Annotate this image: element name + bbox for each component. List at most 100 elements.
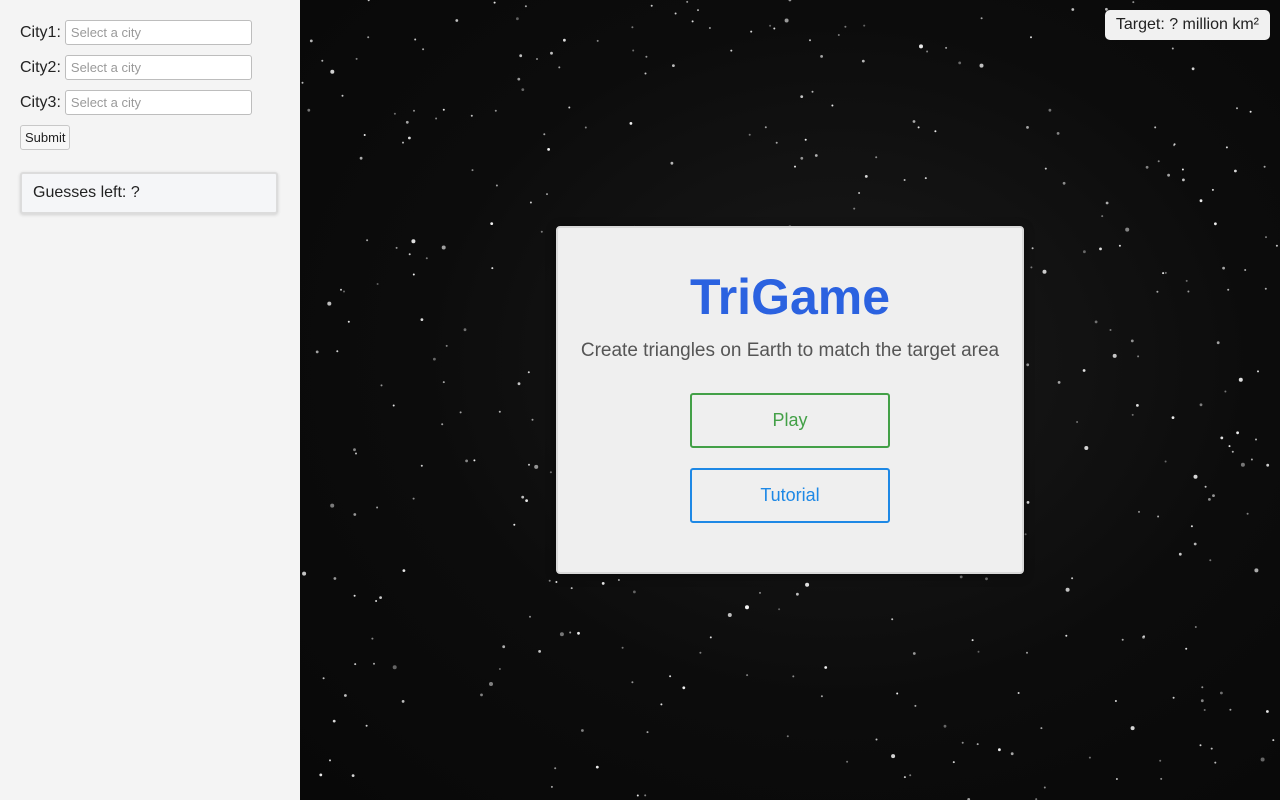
star (549, 471, 552, 474)
star (1227, 288, 1230, 291)
star (569, 631, 572, 634)
guesses-left-box: Guesses left: ? (20, 172, 278, 214)
star (1225, 146, 1228, 149)
star (1044, 167, 1047, 170)
star (980, 17, 983, 20)
star (1040, 727, 1043, 730)
star (961, 741, 964, 744)
star (321, 59, 324, 62)
game-subtitle: Create triangles on Earth to match the t… (580, 340, 1000, 361)
star (1201, 686, 1204, 689)
star (1115, 778, 1118, 780)
star (309, 39, 313, 43)
star (631, 681, 634, 684)
star (536, 58, 538, 60)
star (435, 117, 438, 120)
star (809, 39, 811, 42)
star (1143, 635, 1145, 638)
star (1114, 700, 1117, 702)
star (800, 95, 804, 98)
star (1030, 36, 1032, 39)
city1-input[interactable] (64, 20, 252, 45)
star (1265, 236, 1267, 239)
star (365, 724, 368, 727)
star (543, 133, 546, 136)
star (824, 666, 828, 669)
city3-row: City3: (20, 90, 280, 115)
star (831, 104, 834, 107)
star (1043, 786, 1046, 789)
star (343, 290, 345, 293)
star (1031, 247, 1034, 250)
star (959, 575, 963, 579)
star (470, 114, 473, 117)
star (517, 382, 521, 386)
star (1214, 222, 1217, 226)
star (548, 579, 551, 582)
star (1138, 510, 1140, 513)
star (1203, 709, 1206, 711)
star (775, 141, 778, 144)
app-root: City1: City2: City3: Submit Guesses left… (0, 0, 1280, 800)
play-button[interactable]: Play (690, 393, 890, 448)
star (1125, 227, 1130, 232)
star (699, 651, 702, 654)
star (674, 12, 677, 15)
star (441, 423, 444, 426)
star (660, 703, 663, 706)
star (471, 169, 474, 172)
star (413, 109, 415, 112)
star (670, 161, 674, 165)
star (764, 126, 767, 129)
star (1084, 446, 1089, 450)
star (1026, 501, 1030, 504)
star (1157, 515, 1160, 518)
star (1094, 320, 1098, 324)
submit-button[interactable]: Submit (20, 125, 71, 150)
star (1026, 363, 1030, 367)
star (1250, 458, 1253, 461)
star (473, 459, 476, 462)
city3-input[interactable] (64, 90, 252, 115)
city2-input[interactable] (64, 55, 252, 80)
star (1234, 169, 1237, 173)
star (686, 0, 689, 3)
star (1266, 710, 1269, 713)
star (332, 719, 336, 723)
star (1209, 559, 1212, 562)
star (633, 590, 636, 594)
tutorial-button[interactable]: Tutorial (690, 468, 890, 523)
star (691, 20, 694, 23)
star (534, 464, 539, 469)
star (408, 253, 411, 256)
target-area-text: Target: ? million km² (1115, 16, 1259, 33)
star (1182, 178, 1185, 182)
star (408, 136, 411, 140)
star (1173, 143, 1176, 146)
star (1236, 431, 1239, 435)
star (1199, 744, 1202, 747)
star (1076, 421, 1079, 423)
star (792, 675, 795, 678)
star (344, 694, 347, 697)
star (1024, 533, 1027, 536)
star (375, 600, 378, 602)
star (329, 759, 331, 762)
star (1263, 165, 1266, 168)
star (814, 154, 818, 157)
star (1272, 739, 1275, 742)
star (1121, 638, 1124, 641)
star (891, 754, 896, 759)
star (1264, 287, 1267, 290)
star (411, 239, 416, 244)
star (1042, 269, 1047, 274)
star (1249, 110, 1252, 113)
star (392, 404, 395, 407)
star (697, 9, 699, 12)
star (302, 571, 307, 576)
star (645, 55, 648, 58)
globe-viewport[interactable]: Target: ? million km² TriGame Create tri… (300, 0, 1280, 800)
star (529, 615, 531, 618)
star (1255, 438, 1257, 441)
star (794, 165, 796, 168)
